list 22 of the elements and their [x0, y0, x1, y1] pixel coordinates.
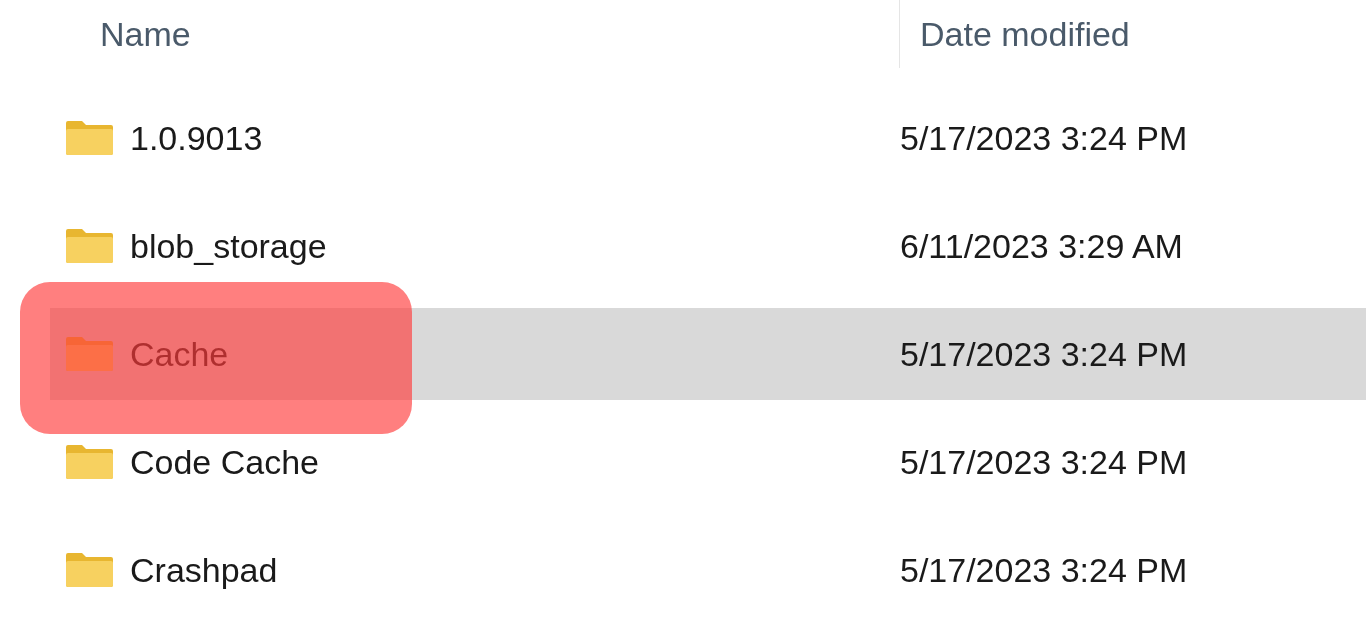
- date-modified: 5/17/2023 3:24 PM: [900, 117, 1188, 159]
- folder-icon: [66, 121, 113, 155]
- file-name: blob_storage: [130, 225, 327, 267]
- folder-icon: [66, 229, 113, 263]
- date-modified: 6/11/2023 3:29 AM: [900, 225, 1183, 267]
- column-header[interactable]: Date modified: [920, 8, 1130, 60]
- folder-icon: [66, 445, 113, 479]
- date-modified: 5/17/2023 3:24 PM: [900, 549, 1188, 591]
- date-modified: 5/17/2023 3:24 PM: [900, 441, 1188, 483]
- file-row[interactable]: Crashpad 5/17/2023 3:24 PM: [50, 524, 1366, 616]
- file-row[interactable]: Cache 5/17/2023 3:24 PM: [50, 308, 1366, 400]
- folder-icon: [66, 337, 113, 371]
- column-header[interactable]: Name: [100, 8, 191, 60]
- file-row[interactable]: blob_storage 6/11/2023 3:29 AM: [50, 200, 1366, 292]
- file-row[interactable]: 1.0.9013 5/17/2023 3:24 PM: [50, 92, 1366, 184]
- file-name: Cache: [130, 333, 229, 375]
- file-name: Crashpad: [130, 549, 278, 591]
- file-name: Code Cache: [130, 441, 319, 483]
- file-name: 1.0.9013: [130, 117, 263, 159]
- date-modified: 5/17/2023 3:24 PM: [900, 333, 1188, 375]
- file-row[interactable]: Code Cache 5/17/2023 3:24 PM: [50, 416, 1366, 508]
- folder-icon: [66, 553, 113, 587]
